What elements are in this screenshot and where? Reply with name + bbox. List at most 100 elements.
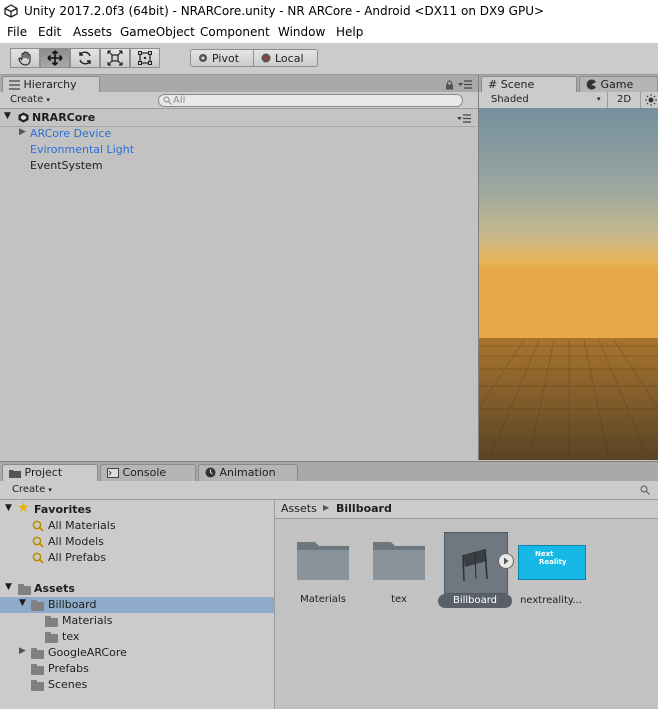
- breadcrumb-root[interactable]: Assets: [281, 502, 317, 515]
- local-icon: [261, 53, 271, 63]
- window-titlebar: Unity 2017.2.0f3 (64bit) - NRARCore.unit…: [0, 0, 658, 23]
- texture-thumbnail: Next Reality: [518, 545, 586, 580]
- search-icon: [163, 96, 172, 105]
- pivot-icon: [199, 54, 207, 62]
- folder-icon: [373, 542, 425, 580]
- pivot-button[interactable]: Pivot: [190, 49, 254, 67]
- favorite-label: All Prefabs: [48, 551, 106, 564]
- lighting-sun-icon[interactable]: [645, 94, 657, 106]
- pivot-label: Pivot: [212, 51, 240, 65]
- tree-item-googlearcore[interactable]: ▶ GoogleARCore: [0, 645, 274, 661]
- tab-scene[interactable]: # Scene: [481, 76, 577, 93]
- expand-prefab-icon[interactable]: [498, 553, 514, 569]
- favorites-label: Favorites: [34, 503, 92, 516]
- menu-gameobject[interactable]: GameObject: [120, 25, 195, 39]
- tab-animation[interactable]: Animation: [198, 464, 298, 481]
- tree-item-label: GoogleARCore: [48, 646, 127, 659]
- shading-mode-dropdown[interactable]: Shaded: [491, 94, 529, 105]
- hierarchy-item-label: Evironmental Light: [30, 143, 135, 156]
- project-create-dropdown[interactable]: Create ▾: [12, 484, 52, 495]
- thumbnail-text-line1: Next: [535, 550, 554, 558]
- folder-icon: [45, 632, 58, 643]
- panel-menu-icon[interactable]: [458, 80, 472, 89]
- grid-item-materials[interactable]: Materials: [293, 532, 353, 612]
- scene-panel: # Scene Game Shaded ▾ 2D: [479, 75, 658, 460]
- asset-label: Materials: [300, 594, 346, 605]
- tab-project-label: Project: [24, 466, 63, 479]
- menu-window[interactable]: Window: [278, 25, 325, 39]
- menu-file[interactable]: File: [7, 25, 27, 39]
- local-button[interactable]: Local: [254, 49, 318, 67]
- tab-console[interactable]: Console: [100, 464, 196, 481]
- hierarchy-item-label: EventSystem: [30, 159, 103, 172]
- rect-tool-button[interactable]: [130, 48, 160, 68]
- scale-icon: [107, 50, 123, 66]
- folder-icon: [31, 664, 44, 675]
- lock-icon[interactable]: [445, 80, 454, 90]
- thumbnail-text-line2: Reality: [539, 558, 567, 566]
- 2d-label: 2D: [616, 94, 632, 105]
- tree-item-billboard[interactable]: ▼ Billboard: [0, 597, 274, 613]
- bottom-panel: Project Console Animation Create ▾ ▼ ★ F…: [0, 461, 658, 709]
- unity-logo-icon: [4, 4, 18, 18]
- grid-item-tex[interactable]: tex: [369, 532, 429, 612]
- expand-arrow-icon[interactable]: ▶: [19, 646, 26, 656]
- tab-project[interactable]: Project: [2, 464, 98, 481]
- asset-label: tex: [391, 594, 407, 605]
- search-folder-icon: [32, 520, 44, 532]
- hierarchy-item-label: ARCore Device: [30, 127, 112, 140]
- expand-arrow-icon[interactable]: ▶: [19, 127, 26, 137]
- menu-help[interactable]: Help: [336, 25, 363, 39]
- hierarchy-item-environmental-light[interactable]: Evironmental Light: [0, 142, 476, 158]
- favorite-item[interactable]: All Materials: [0, 518, 274, 534]
- menu-component[interactable]: Component: [200, 25, 270, 39]
- tree-item-label: tex: [62, 630, 80, 643]
- hierarchy-scene-row[interactable]: ▼ NRARCore: [0, 110, 476, 127]
- hierarchy-search-input[interactable]: All: [158, 94, 463, 107]
- menu-assets[interactable]: Assets: [73, 25, 112, 39]
- tree-item-label: Scenes: [48, 678, 88, 691]
- favorite-label: All Materials: [48, 519, 116, 532]
- expand-arrow-icon[interactable]: ▼: [4, 111, 11, 121]
- tab-hierarchy[interactable]: Hierarchy: [2, 76, 100, 93]
- hand-tool-button[interactable]: [10, 48, 40, 68]
- tree-item-scenes[interactable]: Scenes: [0, 677, 274, 693]
- local-label: Local: [275, 51, 304, 65]
- tree-item-prefabs[interactable]: Prefabs: [0, 661, 274, 677]
- breadcrumb: Assets ▶ Billboard: [275, 500, 658, 519]
- search-icon[interactable]: [640, 485, 650, 495]
- tab-console-label: Console: [122, 466, 167, 479]
- assets-header[interactable]: ▼ Assets: [0, 581, 274, 597]
- favorite-item[interactable]: All Prefabs: [0, 550, 274, 566]
- hierarchy-item-eventsystem[interactable]: EventSystem: [0, 158, 476, 174]
- expand-arrow-icon[interactable]: ▼: [5, 582, 12, 592]
- scale-tool-button[interactable]: [100, 48, 130, 68]
- tab-game[interactable]: Game: [579, 76, 658, 93]
- hierarchy-create-dropdown[interactable]: Create ▾: [10, 94, 50, 105]
- favorites-header[interactable]: ▼ ★ Favorites: [0, 500, 274, 518]
- folder-icon: [45, 616, 58, 627]
- grid-item-nextreality[interactable]: Next Reality nextreality...: [515, 530, 591, 614]
- create-label: Create: [12, 484, 46, 495]
- hierarchy-item-arcore-device[interactable]: ▶ ARCore Device: [0, 126, 476, 142]
- tree-item-materials[interactable]: Materials: [0, 613, 274, 629]
- breadcrumb-separator-icon: ▶: [323, 503, 330, 512]
- move-tool-button[interactable]: [40, 48, 70, 68]
- 2d-toggle-button[interactable]: 2D: [607, 92, 641, 108]
- tree-item-tex[interactable]: tex: [0, 629, 274, 645]
- scene-tabstrip: # Scene Game: [479, 75, 658, 93]
- expand-arrow-icon[interactable]: ▼: [5, 503, 12, 513]
- grid-item-billboard[interactable]: Billboard: [438, 530, 518, 614]
- breadcrumb-current[interactable]: Billboard: [336, 502, 392, 515]
- favorite-item[interactable]: All Models: [0, 534, 274, 550]
- shading-mode-label: Shaded: [491, 94, 529, 105]
- rotate-tool-button[interactable]: [70, 48, 100, 68]
- menu-edit[interactable]: Edit: [38, 25, 61, 39]
- scene-menu-icon[interactable]: [457, 114, 471, 123]
- search-folder-icon: [32, 552, 44, 564]
- tab-scene-label: Scene: [500, 78, 535, 91]
- expand-arrow-icon[interactable]: ▼: [19, 598, 26, 608]
- scene-viewport[interactable]: [479, 108, 658, 460]
- menu-bar: File Edit Assets GameObject Component Wi…: [0, 23, 658, 43]
- search-folder-icon: [32, 536, 44, 548]
